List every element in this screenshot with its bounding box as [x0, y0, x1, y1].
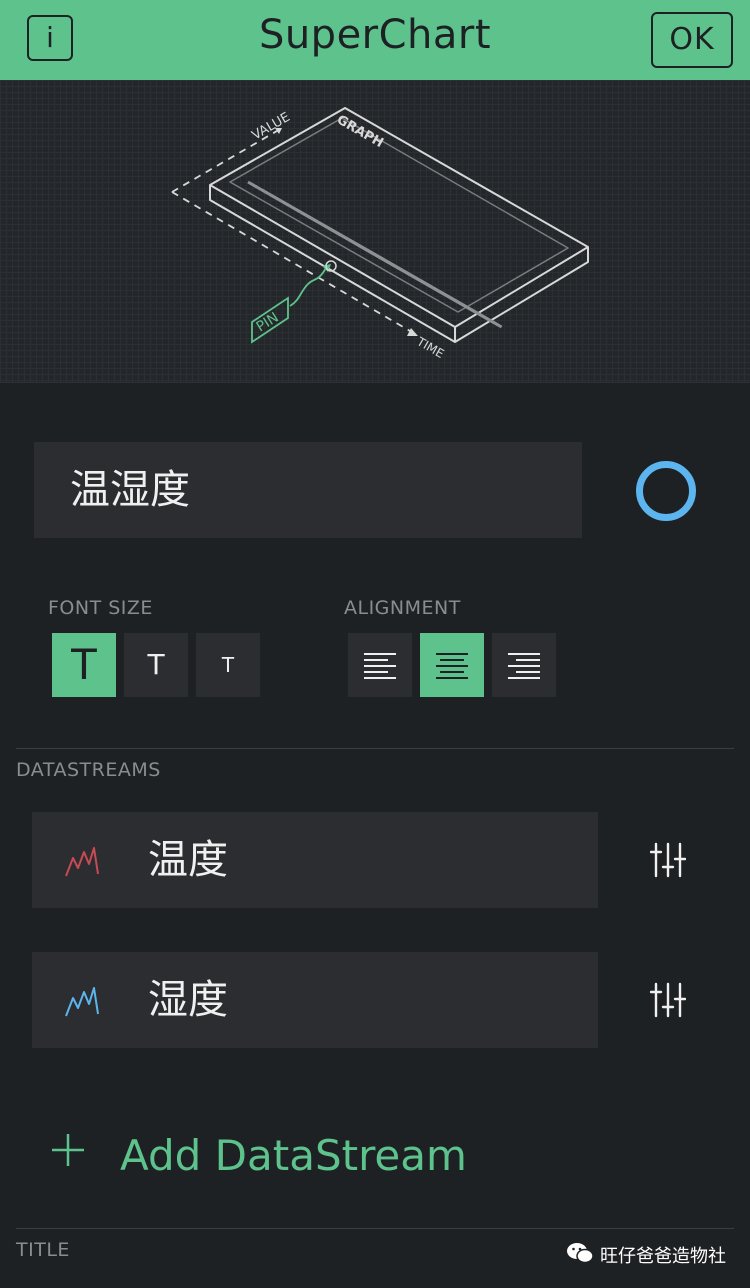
font-size-large-button[interactable]: T [52, 633, 116, 697]
alignment-label: ALIGNMENT [344, 597, 461, 619]
datastream-settings-icon[interactable] [650, 980, 686, 1020]
datastream-settings-icon[interactable] [650, 840, 686, 880]
font-size-small-button[interactable]: T [196, 633, 260, 697]
pin-label: PIN [254, 310, 282, 336]
datastream-row-humidity[interactable]: 湿度 [32, 952, 598, 1048]
color-picker-button[interactable] [636, 461, 696, 521]
datastreams-label: DATASTREAMS [16, 759, 161, 781]
align-center-icon [436, 653, 468, 679]
align-left-button[interactable] [348, 633, 412, 697]
font-size-label: FONT SIZE [48, 597, 153, 619]
section-divider [16, 1228, 734, 1229]
title-section-label: TITLE [16, 1239, 70, 1261]
align-right-icon [508, 653, 540, 679]
top-bar: i SuperChart OK [0, 0, 750, 80]
align-left-icon [364, 653, 396, 679]
align-right-button[interactable] [492, 633, 556, 697]
align-center-button[interactable] [420, 633, 484, 697]
line-chart-icon [65, 847, 99, 877]
superchart-illustration: VALUE GRAPH TIME PIN [0, 80, 750, 383]
page-title: SuperChart [258, 12, 492, 58]
value-axis-label: VALUE [250, 110, 293, 144]
line-chart-icon [65, 987, 99, 1017]
datastream-label: 温度 [148, 837, 228, 883]
time-axis-label: TIME [414, 334, 447, 361]
datastream-label: 湿度 [148, 977, 228, 1023]
ok-button[interactable]: OK [651, 12, 733, 68]
datastream-row-temperature[interactable]: 温度 [32, 812, 598, 908]
section-divider [16, 748, 734, 749]
plus-icon [52, 1134, 84, 1166]
graph-label: GRAPH [334, 112, 386, 151]
widget-name-input[interactable]: 温湿度 [34, 442, 582, 538]
wechat-icon [567, 1243, 594, 1264]
graph-device-illustration: VALUE GRAPH TIME PIN [171, 107, 589, 361]
font-size-medium-button[interactable]: T [124, 633, 188, 697]
watermark-text: 旺仔爸爸造物社 [600, 1246, 726, 1267]
add-datastream-label: Add DataStream [120, 1131, 467, 1180]
